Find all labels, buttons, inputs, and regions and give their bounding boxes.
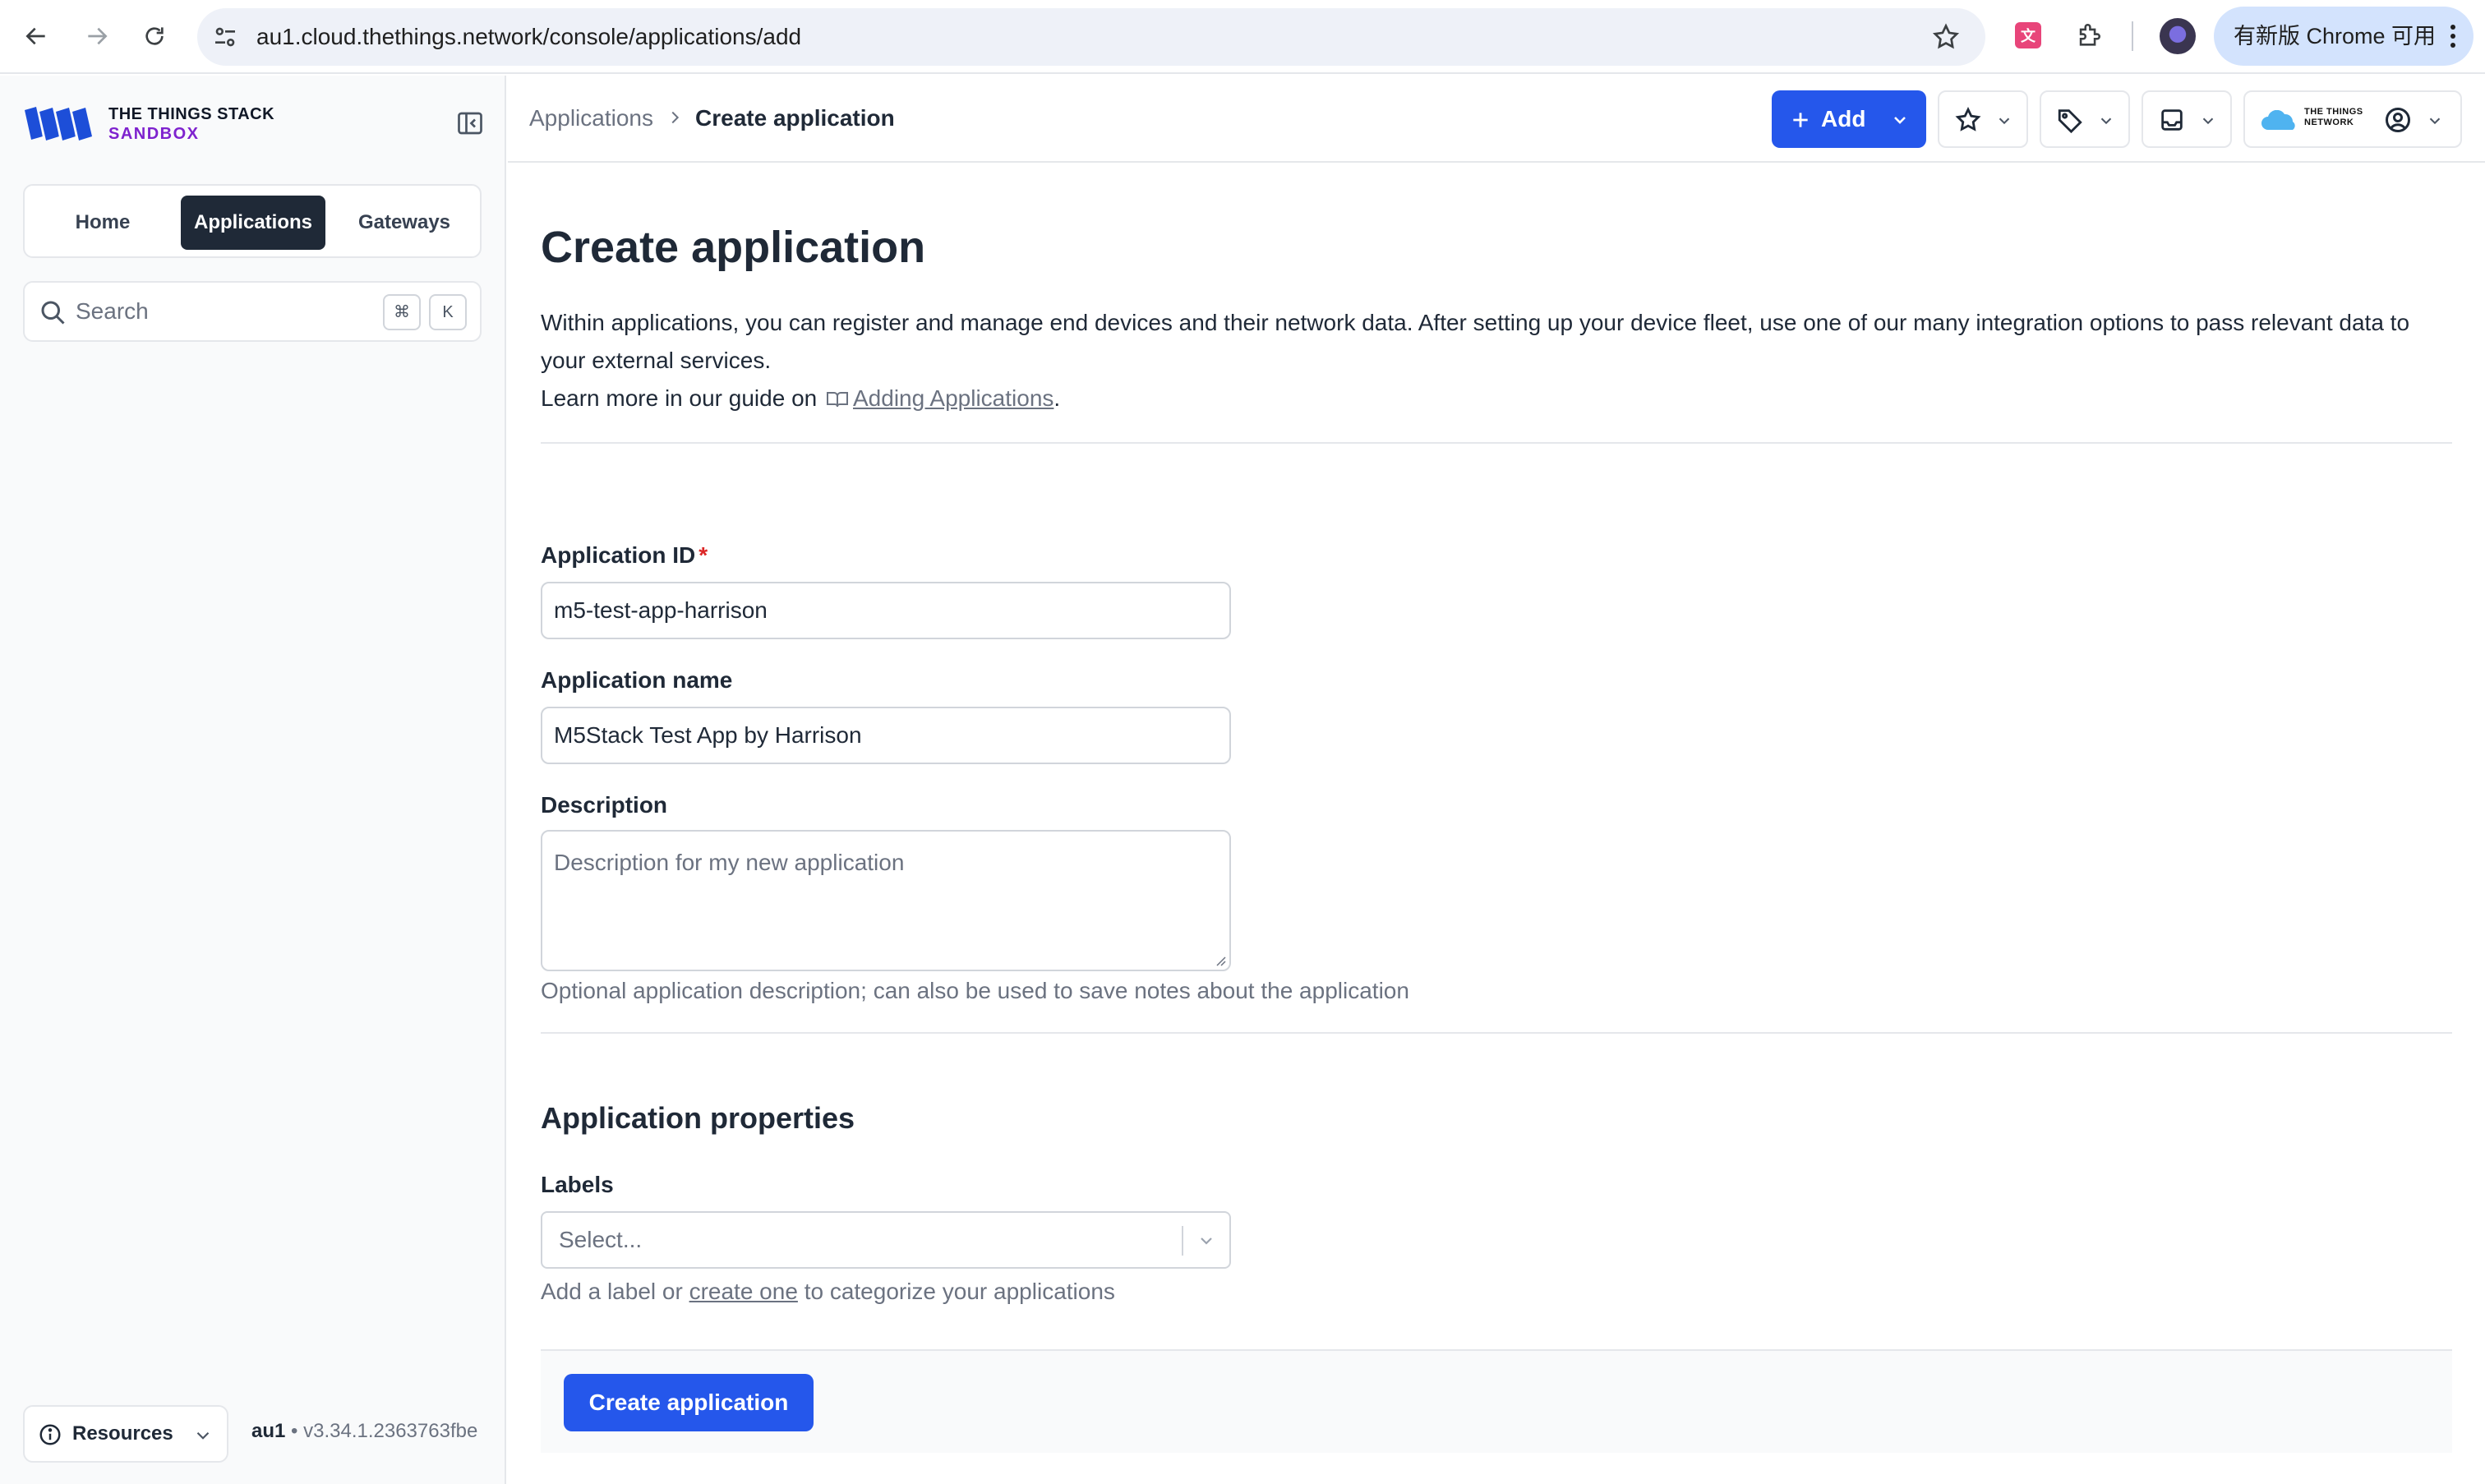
arrow-left-icon	[25, 27, 45, 45]
description-placeholder: Description for my new application	[554, 850, 905, 875]
browser-toolbar: au1.cloud.thethings.network/console/appl…	[0, 0, 2485, 74]
application-properties-title: Application properties	[541, 1101, 855, 1135]
forward-button[interactable]	[77, 16, 117, 56]
inbox-icon	[2161, 109, 2183, 131]
application-name-input[interactable]: M5Stack Test App by Harrison	[541, 707, 1231, 764]
learn-more-prefix: Learn more in our guide on	[541, 385, 818, 411]
book-icon	[827, 392, 848, 408]
chevron-right-icon	[671, 111, 680, 124]
profile-avatar[interactable]	[2160, 18, 2196, 54]
learn-more-suffix: .	[1053, 385, 1061, 411]
main-nav-tabs: Home Applications Gateways	[23, 184, 482, 258]
ttn-brand-text: THE THINGS NETWORK	[2304, 107, 2363, 128]
learn-more: Learn more in our guide on Adding Applic…	[541, 380, 1060, 417]
section-divider	[541, 1032, 2452, 1034]
tts-logo-icon	[25, 107, 92, 141]
resize-grip-icon[interactable]	[1213, 953, 1226, 966]
search-input[interactable]: Search ⌘ K	[23, 281, 482, 342]
version-text: v3.34.1.2363763fbe	[303, 1420, 478, 1442]
chevron-down-icon[interactable]	[1196, 1231, 1216, 1251]
application-id-label: Application ID *	[541, 542, 708, 569]
tag-icon	[2058, 109, 2082, 134]
search-icon	[41, 301, 65, 325]
required-mark: *	[698, 542, 708, 568]
labels-label: Labels	[541, 1172, 614, 1197]
section-divider	[541, 442, 2452, 444]
application-id-label-text: Application ID	[541, 542, 696, 568]
tab-gateways[interactable]: Gateways	[334, 196, 475, 250]
sidebar: THE THINGS STACK SANDBOX Home Applicatio…	[0, 76, 506, 1484]
labels-hint-suffix: to categorize your applications	[804, 1279, 1115, 1304]
brand-title: THE THINGS STACK	[108, 105, 275, 123]
toolbar-separator	[2132, 21, 2133, 51]
resources-label: Resources	[72, 1422, 173, 1445]
breadcrumb-current: Create application	[695, 105, 895, 131]
tab-applications[interactable]: Applications	[181, 196, 325, 250]
create-label-link[interactable]: create one	[689, 1279, 798, 1304]
chevron-down-icon	[2202, 118, 2214, 125]
chevron-down-icon	[2429, 118, 2441, 125]
brand-subtitle: SANDBOX	[108, 125, 200, 143]
header-bar: Applications Create application Add THE …	[508, 76, 2485, 163]
notifications-button[interactable]	[2142, 90, 2232, 148]
url-text[interactable]: au1.cloud.thethings.network/console/appl…	[256, 8, 801, 66]
labels-select[interactable]: Select...	[541, 1211, 1231, 1269]
translate-extension[interactable]: 文	[2010, 17, 2046, 53]
translate-icon: 文	[2015, 22, 2041, 48]
application-name-label: Application name	[541, 667, 733, 693]
chevron-down-icon	[2100, 118, 2112, 125]
page-intro: Within applications, you can register an…	[541, 310, 2410, 373]
tab-home[interactable]: Home	[33, 196, 173, 250]
labels-hint: Add a label or create one to categorize …	[541, 1279, 1115, 1305]
adding-applications-link[interactable]: Adding Applications	[853, 385, 1053, 411]
user-circle-icon	[2386, 108, 2410, 132]
application-name-value: M5Stack Test App by Harrison	[554, 722, 862, 748]
cluster-name: au1	[251, 1420, 286, 1442]
shortcut-key-cmd: ⌘	[383, 294, 421, 330]
chrome-update-button[interactable]: 有新版 Chrome 可用	[2214, 7, 2473, 66]
reload-icon	[145, 27, 164, 45]
cluster-version: au1 • v3.34.1.2363763fbe	[251, 1420, 478, 1442]
bookmark-star-icon[interactable]	[1931, 22, 1961, 52]
labels-button[interactable]	[2040, 90, 2130, 148]
shortcut-key-k: K	[429, 294, 467, 330]
ttn-brand-line: THE THINGS	[2304, 107, 2363, 117]
site-settings-icon[interactable]	[212, 24, 238, 50]
description-textarea[interactable]: Description for my new application	[541, 830, 1231, 971]
description-label: Description	[541, 792, 668, 818]
chevron-down-icon	[196, 1431, 210, 1440]
plus-icon	[1793, 113, 1808, 127]
chrome-update-label: 有新版 Chrome 可用	[2234, 24, 2437, 48]
select-separator	[1182, 1226, 1183, 1256]
resources-button[interactable]: Resources	[23, 1405, 228, 1463]
create-application-button[interactable]: Create application	[564, 1374, 814, 1431]
back-button[interactable]	[16, 16, 56, 56]
puzzle-icon	[2079, 24, 2100, 46]
add-button-label: Add	[1821, 106, 1866, 131]
star-icon	[1955, 106, 1981, 131]
application-id-value: m5-test-app-harrison	[554, 597, 768, 623]
form-footer: Create application	[541, 1349, 2452, 1453]
description-hint: Optional application description; can al…	[541, 978, 1409, 1003]
ttn-brand-line: NETWORK	[2304, 118, 2354, 127]
chevron-down-icon	[1999, 118, 2010, 125]
add-button[interactable]: Add	[1772, 90, 1926, 148]
reload-button[interactable]	[135, 16, 174, 56]
sidebar-collapse-icon[interactable]	[455, 108, 485, 138]
account-menu-button[interactable]: THE THINGS NETWORK	[2243, 90, 2462, 148]
breadcrumb-applications[interactable]: Applications	[529, 76, 653, 161]
address-bar[interactable]: au1.cloud.thethings.network/console/appl…	[197, 8, 1985, 66]
labels-hint-prefix: Add a label or	[541, 1279, 683, 1304]
labels-placeholder: Select...	[559, 1227, 643, 1252]
page-title: Create application	[541, 223, 926, 272]
bookmarks-button[interactable]	[1938, 90, 2028, 148]
extensions-button[interactable]	[2071, 17, 2107, 53]
more-vert-icon	[2449, 25, 2457, 48]
search-placeholder: Search	[76, 298, 149, 324]
info-icon	[39, 1424, 61, 1445]
arrow-right-icon	[88, 27, 108, 45]
chevron-down-icon	[1894, 117, 1906, 124]
application-id-input[interactable]: m5-test-app-harrison	[541, 582, 1231, 639]
ttn-cloud-icon	[2261, 110, 2295, 130]
